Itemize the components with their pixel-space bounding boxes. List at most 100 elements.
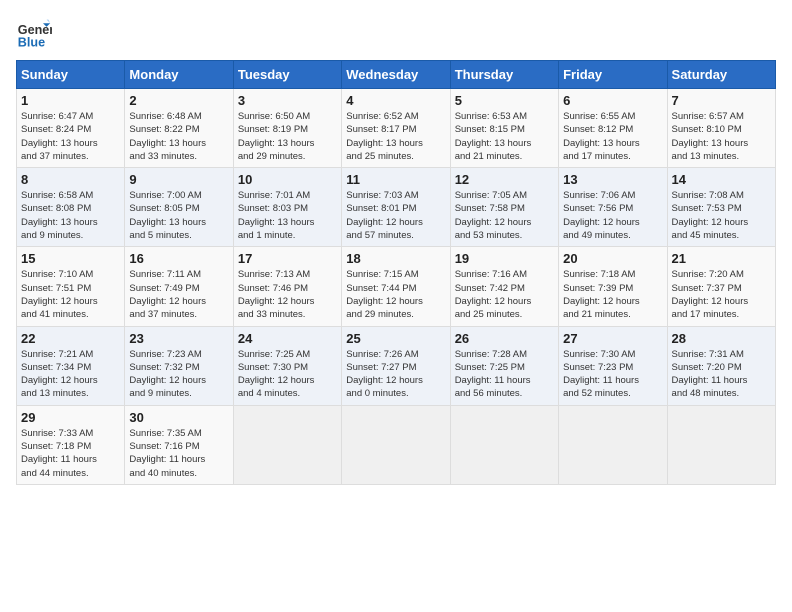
- calendar-cell: 25Sunrise: 7:26 AM Sunset: 7:27 PM Dayli…: [342, 326, 450, 405]
- calendar-cell: 20Sunrise: 7:18 AM Sunset: 7:39 PM Dayli…: [559, 247, 667, 326]
- calendar-cell: 5Sunrise: 6:53 AM Sunset: 8:15 PM Daylig…: [450, 89, 558, 168]
- day-info: Sunrise: 7:13 AM Sunset: 7:46 PM Dayligh…: [238, 268, 337, 321]
- day-info: Sunrise: 6:58 AM Sunset: 8:08 PM Dayligh…: [21, 189, 120, 242]
- day-number: 1: [21, 93, 120, 108]
- header-day: Thursday: [450, 61, 558, 89]
- calendar-week-row: 22 Sunrise: 7:21 AM Sunset: 7:34 PM Dayli…: [17, 326, 776, 405]
- day-info: Sunrise: 7:31 AM Sunset: 7:20 PM Dayligh…: [672, 348, 771, 401]
- day-info: Sunrise: 7:18 AM Sunset: 7:39 PM Dayligh…: [563, 268, 662, 321]
- day-number: 12: [455, 172, 554, 187]
- day-number: 9: [129, 172, 228, 187]
- calendar-cell: [342, 405, 450, 484]
- calendar-cell: 17 Sunrise: 7:13 AM Sunset: 7:46 PM Dayli…: [233, 247, 341, 326]
- calendar-week-row: 29 Sunrise: 7:33 AM Sunset: 7:18 PM Dayli…: [17, 405, 776, 484]
- day-info: Sunrise: 7:26 AM Sunset: 7:27 PM Dayligh…: [346, 348, 445, 401]
- calendar-header: SundayMondayTuesdayWednesdayThursdayFrid…: [17, 61, 776, 89]
- day-number: 16: [129, 251, 228, 266]
- day-info: Sunrise: 6:50 AM Sunset: 8:19 PM Dayligh…: [238, 110, 337, 163]
- day-info: Sunrise: 7:30 AM Sunset: 7:23 PM Dayligh…: [563, 348, 662, 401]
- day-info: Sunrise: 7:21 AM Sunset: 7:34 PM Dayligh…: [21, 348, 120, 401]
- calendar-cell: 22 Sunrise: 7:21 AM Sunset: 7:34 PM Dayli…: [17, 326, 125, 405]
- calendar-cell: 7 Sunrise: 6:57 AM Sunset: 8:10 PM Daylig…: [667, 89, 775, 168]
- day-info: Sunrise: 7:06 AM Sunset: 7:56 PM Dayligh…: [563, 189, 662, 242]
- day-info: Sunrise: 7:35 AM Sunset: 7:16 PM Dayligh…: [129, 427, 228, 480]
- day-info: Sunrise: 7:16 AM Sunset: 7:42 PM Dayligh…: [455, 268, 554, 321]
- day-number: 23: [129, 331, 228, 346]
- day-number: 14: [672, 172, 771, 187]
- calendar-cell: 26 Sunrise: 7:28 AM Sunset: 7:25 PM Dayli…: [450, 326, 558, 405]
- day-info: Sunrise: 6:53 AM Sunset: 8:15 PM Dayligh…: [455, 110, 554, 163]
- day-number: 13: [563, 172, 662, 187]
- day-info: Sunrise: 7:05 AM Sunset: 7:58 PM Dayligh…: [455, 189, 554, 242]
- day-info: Sunrise: 7:01 AM Sunset: 8:03 PM Dayligh…: [238, 189, 337, 242]
- calendar-cell: 19 Sunrise: 7:16 AM Sunset: 7:42 PM Dayli…: [450, 247, 558, 326]
- day-info: Sunrise: 7:23 AM Sunset: 7:32 PM Dayligh…: [129, 348, 228, 401]
- day-number: 10: [238, 172, 337, 187]
- day-number: 17: [238, 251, 337, 266]
- day-info: Sunrise: 7:08 AM Sunset: 7:53 PM Dayligh…: [672, 189, 771, 242]
- logo: General Blue: [16, 16, 52, 52]
- day-info: Sunrise: 6:47 AM Sunset: 8:24 PM Dayligh…: [21, 110, 120, 163]
- day-info: Sunrise: 7:33 AM Sunset: 7:18 PM Dayligh…: [21, 427, 120, 480]
- day-info: Sunrise: 7:10 AM Sunset: 7:51 PM Dayligh…: [21, 268, 120, 321]
- calendar-cell: [559, 405, 667, 484]
- day-number: 8: [21, 172, 120, 187]
- day-info: Sunrise: 6:52 AM Sunset: 8:17 PM Dayligh…: [346, 110, 445, 163]
- calendar-week-row: 8 Sunrise: 6:58 AM Sunset: 8:08 PM Daylig…: [17, 168, 776, 247]
- day-number: 30: [129, 410, 228, 425]
- calendar-cell: 10 Sunrise: 7:01 AM Sunset: 8:03 PM Dayli…: [233, 168, 341, 247]
- calendar-cell: 8 Sunrise: 6:58 AM Sunset: 8:08 PM Daylig…: [17, 168, 125, 247]
- header-day: Monday: [125, 61, 233, 89]
- calendar-cell: 12 Sunrise: 7:05 AM Sunset: 7:58 PM Dayli…: [450, 168, 558, 247]
- day-info: Sunrise: 7:00 AM Sunset: 8:05 PM Dayligh…: [129, 189, 228, 242]
- header-day: Saturday: [667, 61, 775, 89]
- calendar-cell: 16 Sunrise: 7:11 AM Sunset: 7:49 PM Dayli…: [125, 247, 233, 326]
- calendar-cell: 13 Sunrise: 7:06 AM Sunset: 7:56 PM Dayli…: [559, 168, 667, 247]
- calendar-cell: 29 Sunrise: 7:33 AM Sunset: 7:18 PM Dayli…: [17, 405, 125, 484]
- day-number: 15: [21, 251, 120, 266]
- header-day: Friday: [559, 61, 667, 89]
- calendar-week-row: 1 Sunrise: 6:47 AM Sunset: 8:24 PM Daylig…: [17, 89, 776, 168]
- day-number: 26: [455, 331, 554, 346]
- day-number: 27: [563, 331, 662, 346]
- header-day: Sunday: [17, 61, 125, 89]
- calendar-cell: 30 Sunrise: 7:35 AM Sunset: 7:16 PM Dayli…: [125, 405, 233, 484]
- calendar-cell: 28 Sunrise: 7:31 AM Sunset: 7:20 PM Dayli…: [667, 326, 775, 405]
- calendar-cell: 6Sunrise: 6:55 AM Sunset: 8:12 PM Daylig…: [559, 89, 667, 168]
- calendar-cell: 18 Sunrise: 7:15 AM Sunset: 7:44 PM Dayli…: [342, 247, 450, 326]
- day-number: 22: [21, 331, 120, 346]
- day-number: 28: [672, 331, 771, 346]
- calendar-cell: 27 Sunrise: 7:30 AM Sunset: 7:23 PM Dayli…: [559, 326, 667, 405]
- calendar-cell: 3 Sunrise: 6:50 AM Sunset: 8:19 PM Daylig…: [233, 89, 341, 168]
- logo-icon: General Blue: [16, 16, 52, 52]
- calendar-table: SundayMondayTuesdayWednesdayThursdayFrid…: [16, 60, 776, 485]
- day-info: Sunrise: 6:48 AM Sunset: 8:22 PM Dayligh…: [129, 110, 228, 163]
- day-number: 29: [21, 410, 120, 425]
- day-info: Sunrise: 7:20 AM Sunset: 7:37 PM Dayligh…: [672, 268, 771, 321]
- calendar-cell: 2 Sunrise: 6:48 AM Sunset: 8:22 PM Daylig…: [125, 89, 233, 168]
- day-number: 18: [346, 251, 445, 266]
- day-number: 3: [238, 93, 337, 108]
- day-number: 19: [455, 251, 554, 266]
- header-row: SundayMondayTuesdayWednesdayThursdayFrid…: [17, 61, 776, 89]
- calendar-week-row: 15 Sunrise: 7:10 AM Sunset: 7:51 PM Dayli…: [17, 247, 776, 326]
- svg-text:Blue: Blue: [18, 36, 45, 50]
- calendar-cell: 14 Sunrise: 7:08 AM Sunset: 7:53 PM Dayli…: [667, 168, 775, 247]
- day-info: Sunrise: 6:55 AM Sunset: 8:12 PM Dayligh…: [563, 110, 662, 163]
- calendar-cell: [450, 405, 558, 484]
- day-info: Sunrise: 7:28 AM Sunset: 7:25 PM Dayligh…: [455, 348, 554, 401]
- day-number: 21: [672, 251, 771, 266]
- calendar-cell: 15 Sunrise: 7:10 AM Sunset: 7:51 PM Dayli…: [17, 247, 125, 326]
- calendar-body: 1 Sunrise: 6:47 AM Sunset: 8:24 PM Daylig…: [17, 89, 776, 485]
- day-info: Sunrise: 6:57 AM Sunset: 8:10 PM Dayligh…: [672, 110, 771, 163]
- day-info: Sunrise: 7:15 AM Sunset: 7:44 PM Dayligh…: [346, 268, 445, 321]
- calendar-cell: 11Sunrise: 7:03 AM Sunset: 8:01 PM Dayli…: [342, 168, 450, 247]
- day-number: 11: [346, 172, 445, 187]
- day-info: Sunrise: 7:11 AM Sunset: 7:49 PM Dayligh…: [129, 268, 228, 321]
- header-day: Tuesday: [233, 61, 341, 89]
- day-info: Sunrise: 7:25 AM Sunset: 7:30 PM Dayligh…: [238, 348, 337, 401]
- day-number: 7: [672, 93, 771, 108]
- day-number: 2: [129, 93, 228, 108]
- page-header: General Blue: [16, 16, 776, 52]
- calendar-cell: 23 Sunrise: 7:23 AM Sunset: 7:32 PM Dayli…: [125, 326, 233, 405]
